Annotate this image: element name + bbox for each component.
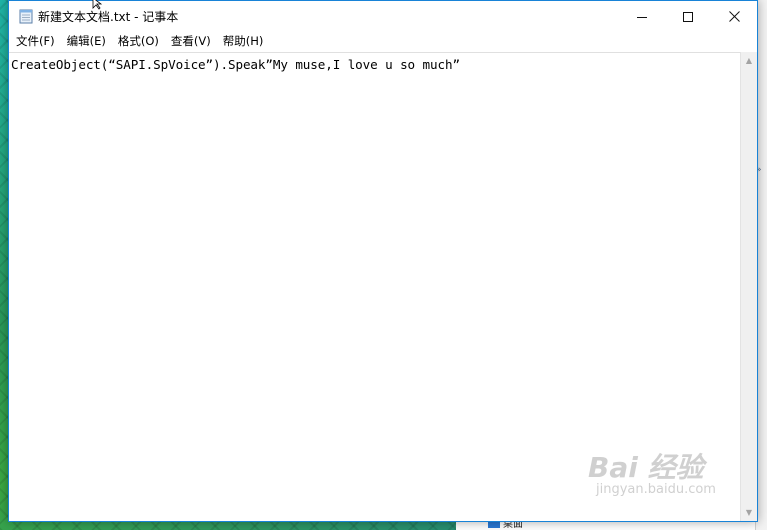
editor-content[interactable]: CreateObject(“SAPI.SpVoice”).Speak”My mu… — [11, 57, 460, 72]
menu-view[interactable]: 查看(V) — [165, 31, 217, 51]
maximize-icon — [683, 7, 693, 26]
menu-file[interactable]: 文件(F) — [10, 31, 61, 51]
notepad-icon — [19, 9, 33, 24]
mouse-cursor-icon — [92, 0, 106, 10]
close-icon — [728, 7, 740, 26]
baidu-watermark: Bai 经验 jingyan.baidu.com — [588, 446, 758, 516]
menu-format[interactable]: 格式(O) — [112, 31, 165, 51]
notepad-window: 新建文本文档.txt - 记事本 文件(F) 编辑(E) 格式(O) 查看(V)… — [8, 0, 758, 522]
scroll-up-icon[interactable]: ▲ — [741, 52, 757, 69]
menu-bar: 文件(F) 编辑(E) 格式(O) 查看(V) 帮助(H) — [9, 31, 757, 51]
minimize-button[interactable] — [619, 1, 665, 31]
watermark-url: jingyan.baidu.com — [596, 482, 716, 497]
menu-help[interactable]: 帮助(H) — [217, 31, 270, 51]
menu-edit[interactable]: 编辑(E) — [61, 31, 112, 51]
minimize-icon — [637, 7, 647, 26]
watermark-logo: Bai 经验 — [588, 451, 704, 484]
maximize-button[interactable] — [665, 1, 711, 31]
title-bar[interactable]: 新建文本文档.txt - 记事本 — [9, 1, 757, 31]
window-title: 新建文本文档.txt - 记事本 — [38, 10, 179, 24]
close-button[interactable] — [711, 1, 757, 31]
